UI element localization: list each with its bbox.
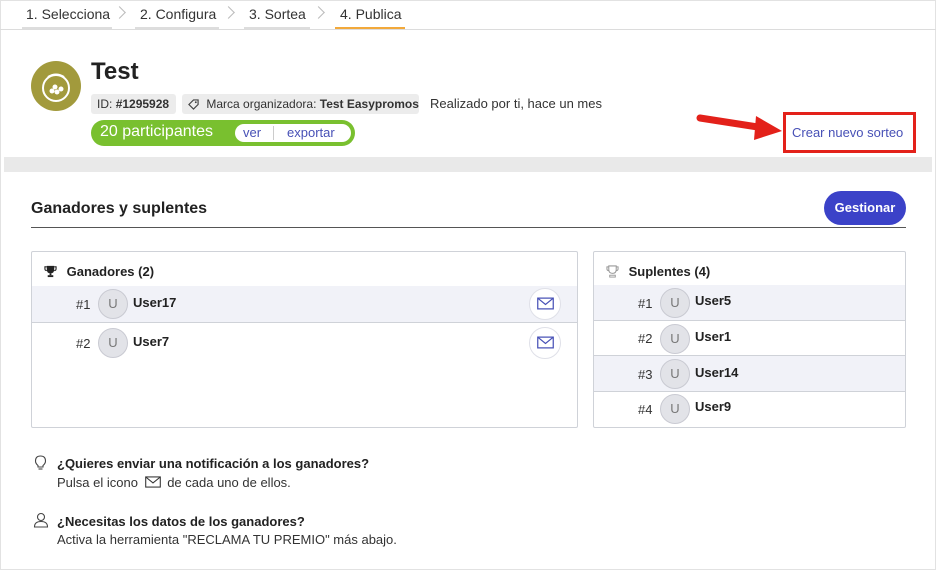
step-underline xyxy=(135,27,219,29)
winners-header-label: Ganadores (2) xyxy=(66,264,155,279)
step-configura[interactable]: 2. Configura xyxy=(135,0,219,30)
id-value: #1295928 xyxy=(115,97,170,111)
substitute-name: User14 xyxy=(695,365,739,380)
step-underline xyxy=(22,27,112,29)
lightbulb-icon xyxy=(34,455,47,470)
send-mail-button[interactable] xyxy=(529,288,561,320)
mail-icon xyxy=(537,336,554,349)
id-label: ID: xyxy=(97,97,113,111)
crear-nuevo-sorteo-link[interactable]: Crear nuevo sorteo xyxy=(792,125,903,140)
avatar: U xyxy=(660,288,690,318)
substitutes-header-label: Suplentes (4) xyxy=(628,264,711,279)
step-publica[interactable]: 4. Publica xyxy=(335,0,405,30)
winners-panel: Ganadores (2) #1 U User17 #2 U User7 xyxy=(31,251,578,428)
substitutes-panel: Suplentes (4) #1 U User5 #2 U User1 #3 U… xyxy=(593,251,906,428)
substitute-row: #2 U User1 xyxy=(594,321,905,356)
annotation-arrow-icon xyxy=(696,114,782,140)
step-label: 1. Selecciona xyxy=(26,6,111,22)
winner-row: #1 U User17 xyxy=(32,286,577,323)
data-answer: Activa la herramienta "RECLAMA TU PREMIO… xyxy=(57,532,397,547)
substitute-row: #4 U User9 xyxy=(594,392,905,427)
notify-question-text: ¿Quieres enviar una notificación a los g… xyxy=(57,456,370,471)
avatar: U xyxy=(660,359,690,389)
participants-count: 20 participantes xyxy=(100,123,213,140)
notify-answer-post: de cada uno de ellos. xyxy=(167,475,291,490)
links-divider xyxy=(273,126,274,140)
substitute-rank: #2 xyxy=(638,331,653,346)
participants-badge: 20 participantes ver exportar xyxy=(91,120,355,146)
participants-links: ver exportar xyxy=(235,124,351,142)
id-badge: ID: #1295928 xyxy=(91,94,176,114)
section-underline xyxy=(31,227,906,228)
step-underline xyxy=(244,27,310,29)
avatar: U xyxy=(660,324,690,354)
avatar: U xyxy=(660,394,690,424)
step-selecciona[interactable]: 1. Selecciona xyxy=(22,0,112,30)
step-sortea[interactable]: 3. Sortea xyxy=(244,0,310,30)
notify-answer: Pulsa el icono de cada uno de ellos. xyxy=(57,475,291,490)
tag-icon xyxy=(188,99,199,110)
avatar: U xyxy=(98,289,128,319)
data-question-text: ¿Necesitas los datos de los ganadores? xyxy=(57,514,305,529)
stepper: 1. Selecciona 2. Configura 3. Sortea 4. … xyxy=(0,0,936,30)
substitutes-header: Suplentes (4) xyxy=(606,264,710,279)
chevron-right-icon xyxy=(312,6,325,19)
winner-name: User7 xyxy=(133,334,170,349)
winner-row: #2 U User7 xyxy=(32,325,577,362)
winner-rank: #1 xyxy=(76,297,91,312)
trophy-icon xyxy=(44,265,57,278)
draw-avatar-icon xyxy=(31,61,81,111)
substitute-row: #3 U User14 xyxy=(594,356,905,392)
substitute-row: #1 U User5 xyxy=(594,285,905,321)
section-title: Ganadores y suplentes xyxy=(31,200,208,217)
avatar: U xyxy=(98,328,128,358)
brand-badge: Marca organizadora: Test Easypromos xyxy=(182,94,419,114)
substitute-rank: #1 xyxy=(638,296,653,311)
ver-link[interactable]: ver xyxy=(243,125,261,140)
section-divider xyxy=(4,157,932,172)
winner-name: User17 xyxy=(133,295,177,310)
chevron-right-icon xyxy=(113,6,126,19)
brand-value: Test Easypromos xyxy=(319,97,419,111)
step-label: 4. Publica xyxy=(340,6,402,22)
brand-label: Marca organizadora: xyxy=(206,97,317,111)
page-title: Test xyxy=(91,58,139,85)
substitute-rank: #4 xyxy=(638,402,653,417)
gestionar-button[interactable]: Gestionar xyxy=(824,191,906,225)
exportar-link[interactable]: exportar xyxy=(287,125,335,140)
substitute-name: User9 xyxy=(695,399,732,414)
mail-icon xyxy=(537,297,554,310)
step-label: 3. Sortea xyxy=(249,6,306,22)
trophy-outline-icon xyxy=(606,265,619,278)
notify-question: ¿Quieres enviar una notificación a los g… xyxy=(57,456,369,471)
mail-icon xyxy=(144,476,161,488)
winners-header: Ganadores (2) xyxy=(44,264,154,279)
step-label: 2. Configura xyxy=(140,6,217,22)
data-question: ¿Necesitas los datos de los ganadores? xyxy=(57,514,305,529)
row-divider xyxy=(32,322,577,323)
substitute-name: User5 xyxy=(695,293,732,308)
notify-answer-pre: Pulsa el icono xyxy=(57,475,138,490)
substitute-name: User1 xyxy=(695,329,732,344)
send-mail-button[interactable] xyxy=(529,327,561,359)
step-underline-active xyxy=(335,27,405,29)
chevron-right-icon xyxy=(222,6,235,19)
substitute-rank: #3 xyxy=(638,367,653,382)
winner-rank: #2 xyxy=(76,336,91,351)
user-icon xyxy=(33,512,49,528)
realizado-text: Realizado por ti, hace un mes xyxy=(430,96,602,111)
